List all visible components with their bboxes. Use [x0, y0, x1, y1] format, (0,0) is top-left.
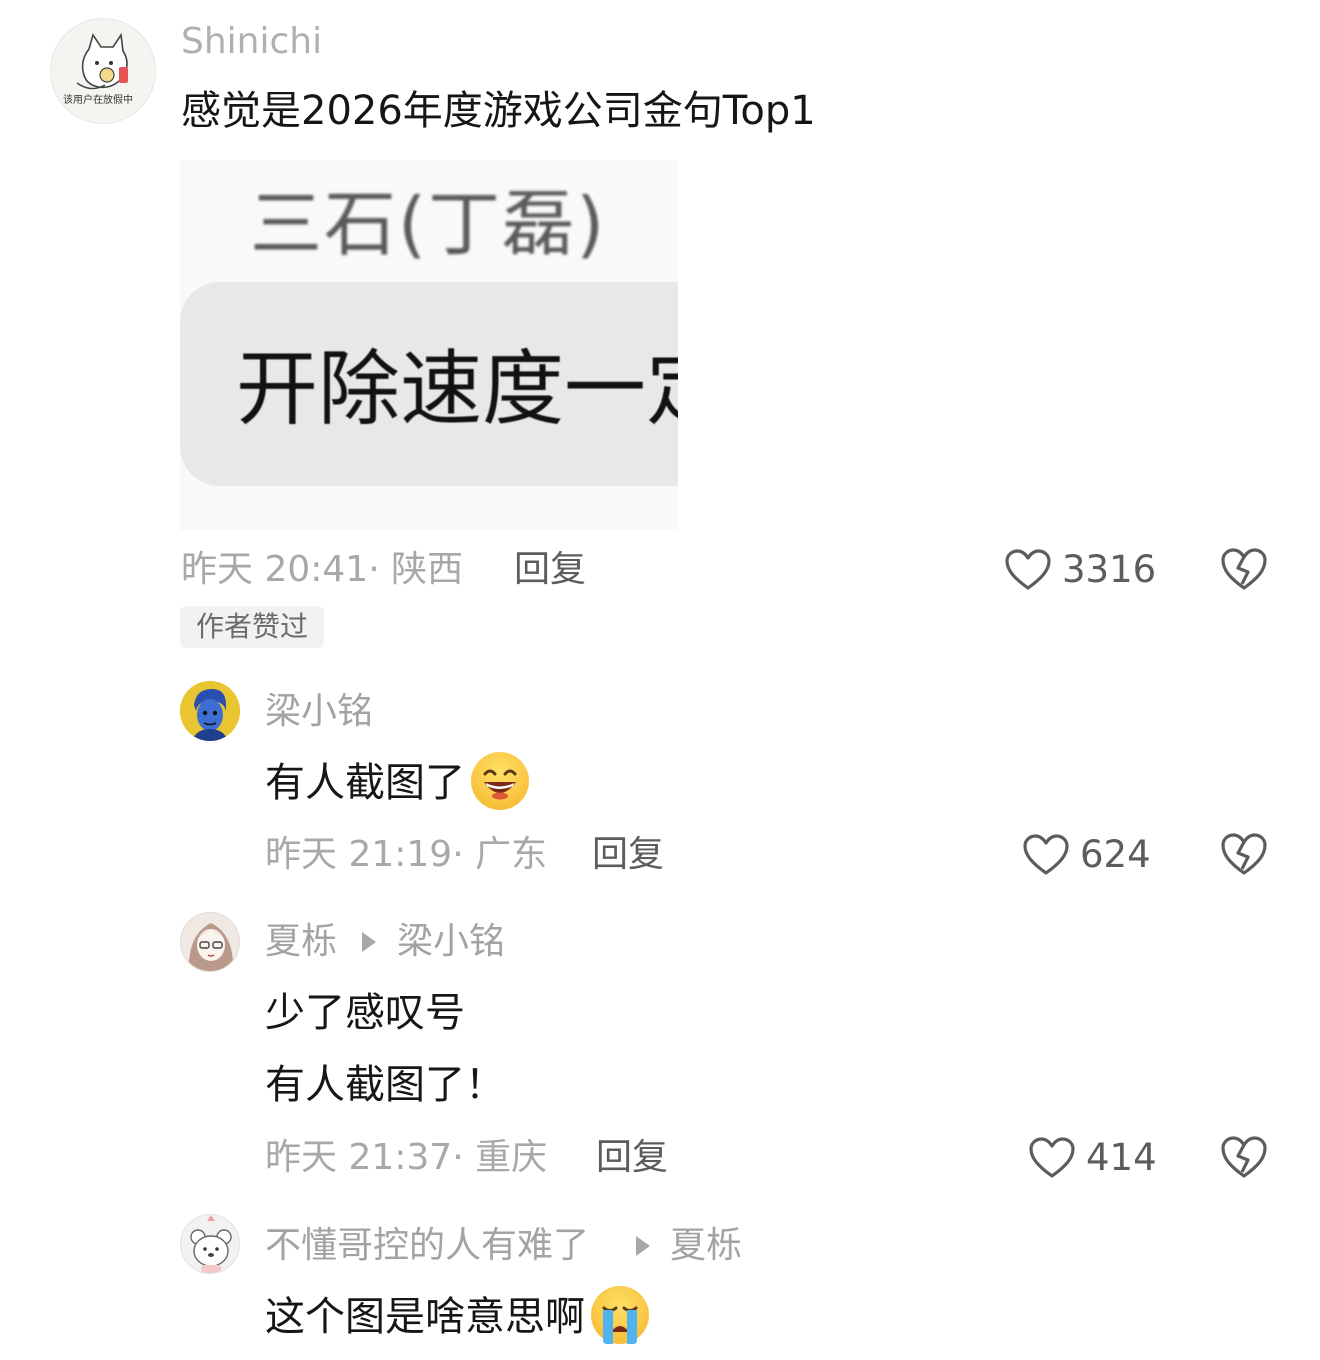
comment-text: 这个图是啥意思啊 — [265, 1286, 649, 1348]
avatar[interactable]: 该用户在放假中 — [50, 18, 156, 124]
grin-emoji-icon — [471, 752, 529, 810]
reply-arrow-icon — [362, 932, 376, 952]
comment-meta: 昨天 20:41· 陕西 — [181, 549, 464, 590]
dislike-icon[interactable] — [1220, 546, 1268, 592]
comment-image[interactable]: 三石(丁磊) 开除速度一定 — [180, 160, 678, 530]
username[interactable]: 夏栎 — [265, 920, 337, 964]
author-liked-badge: 作者赞过 — [180, 606, 324, 648]
heart-icon[interactable] — [1028, 1136, 1076, 1180]
username[interactable]: 梁小铭 — [265, 690, 373, 734]
person-avatar-icon — [180, 681, 240, 741]
image-message-text: 开除速度一定 — [236, 342, 678, 437]
reply-to-username[interactable]: 夏栎 — [670, 1224, 742, 1268]
like-count: 3316 — [1062, 548, 1157, 591]
cat-avatar-icon — [76, 32, 128, 90]
avatar[interactable] — [180, 912, 240, 972]
comment-text-line: 少了感叹号 — [265, 990, 465, 1036]
avatar[interactable] — [180, 1214, 240, 1274]
reply-button[interactable]: 回复 — [592, 833, 664, 877]
username[interactable]: Shinichi — [181, 20, 322, 64]
heart-icon[interactable] — [1004, 548, 1052, 592]
dislike-icon[interactable] — [1220, 1134, 1268, 1180]
heart-icon[interactable] — [1022, 833, 1070, 877]
comment-text-content: 这个图是啥意思啊 — [265, 1294, 585, 1340]
reply-arrow-icon — [636, 1236, 650, 1256]
comment-text-line: 有人截图了！ — [265, 1062, 505, 1108]
comment-text-content: 有人截图了 — [265, 760, 465, 806]
reply-button[interactable]: 回复 — [596, 1136, 668, 1180]
comment-thread: 该用户在放假中 Shinichi 感觉是2026年度游戏公司金句Top1 三石(… — [0, 0, 1320, 1360]
comment-text: 感觉是2026年度游戏公司金句Top1 — [181, 88, 816, 134]
comment-meta: 昨天 21:37· 重庆 — [265, 1137, 548, 1178]
image-sender-name: 三石(丁磊) — [250, 182, 607, 266]
avatar[interactable] — [180, 681, 240, 741]
like-count: 414 — [1086, 1136, 1157, 1179]
avatar-badge-text: 该用户在放假中 — [63, 95, 133, 106]
comment-meta: 昨天 21:19· 广东 — [265, 834, 548, 875]
like-count: 624 — [1080, 833, 1151, 876]
girl-avatar-icon — [188, 923, 234, 971]
bear-avatar-icon — [190, 1215, 232, 1273]
dislike-icon[interactable] — [1220, 831, 1268, 877]
crying-emoji-icon — [591, 1286, 649, 1344]
comment-text: 有人截图了 — [265, 752, 529, 814]
username[interactable]: 不懂哥控的人有难了 — [265, 1224, 589, 1268]
reply-button[interactable]: 回复 — [514, 548, 586, 592]
reply-to-username[interactable]: 梁小铭 — [397, 920, 505, 964]
